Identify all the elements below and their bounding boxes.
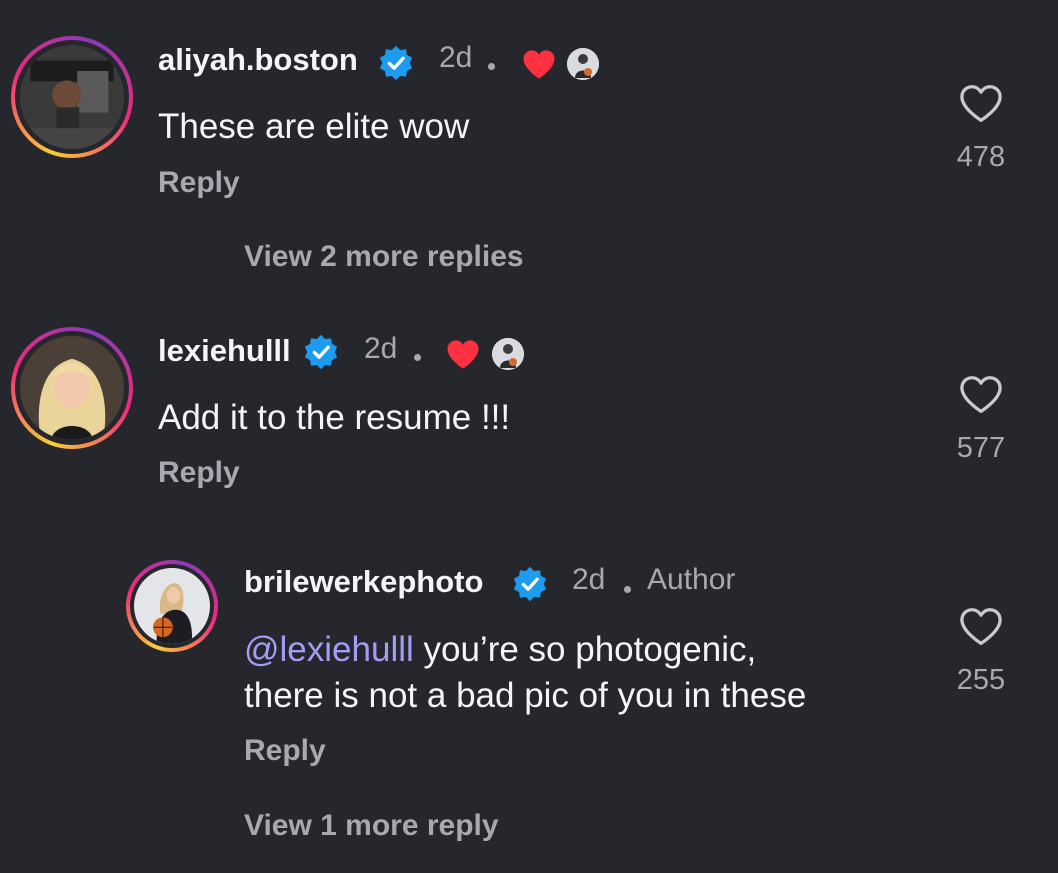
separator-dot	[624, 586, 631, 593]
reply-button[interactable]: Reply	[158, 166, 240, 200]
like-count: 255	[956, 664, 1006, 696]
view-more-replies-button[interactable]: View 1 more reply	[244, 809, 499, 843]
author-liked-avatar	[492, 338, 524, 370]
reply-button[interactable]: Reply	[244, 734, 326, 768]
comment-username[interactable]: lexiehulll	[158, 333, 291, 369]
like-count: 478	[956, 141, 1006, 173]
mention-link[interactable]: @lexiehulll	[244, 630, 414, 669]
verified-badge-icon	[304, 334, 338, 370]
verified-badge-icon	[513, 566, 547, 602]
comment-text-line: you’re so photogenic,	[413, 630, 757, 669]
heart-outline-icon[interactable]	[959, 607, 1003, 647]
heart-outline-icon[interactable]	[959, 375, 1003, 415]
avatar[interactable]	[11, 36, 133, 158]
comment-time: 2d	[364, 332, 398, 365]
comment-time: 2d	[439, 41, 473, 74]
comment-text: These are elite wow	[158, 107, 470, 146]
comment-text: @lexiehulll you’re so photogenic, there …	[244, 627, 806, 719]
author-liked-avatar	[567, 48, 599, 80]
verified-badge-icon	[379, 45, 413, 81]
avatar-photo	[20, 45, 124, 149]
separator-dot	[488, 63, 495, 70]
heart-filled-icon	[523, 50, 555, 79]
heart-filled-icon	[447, 340, 479, 369]
comment-text: Add it to the resume !!!	[158, 398, 511, 437]
comment-text-line: there is not a bad pic of you in these	[244, 676, 807, 715]
view-more-replies-button[interactable]: View 2 more replies	[244, 240, 524, 274]
comment-username[interactable]: aliyah.boston	[158, 42, 358, 78]
comment-username[interactable]: brilewerkephoto	[244, 564, 483, 600]
like-count: 577	[956, 432, 1006, 464]
avatar-photo	[134, 568, 210, 644]
comment-time: 2d	[572, 563, 606, 596]
avatar[interactable]	[11, 327, 133, 449]
author-label: Author	[647, 563, 736, 596]
heart-outline-icon[interactable]	[959, 84, 1003, 124]
avatar[interactable]	[126, 560, 218, 652]
avatar-photo	[20, 336, 124, 440]
reply-button[interactable]: Reply	[158, 456, 240, 490]
separator-dot	[414, 354, 421, 361]
